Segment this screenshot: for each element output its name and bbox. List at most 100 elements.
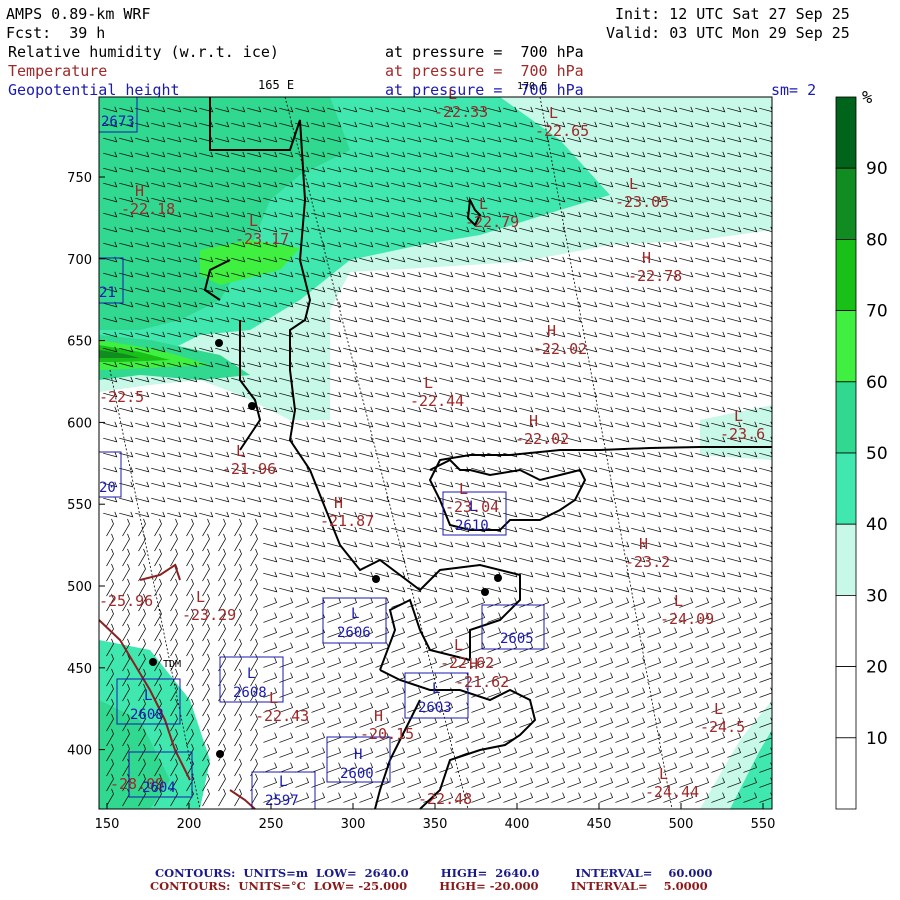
x-tick-label: 350 xyxy=(423,817,448,832)
x-tick-label: 250 xyxy=(259,817,284,832)
colorbar-band xyxy=(835,523,857,596)
temperature-value: -23.2 xyxy=(625,553,670,571)
height-value: 2605 xyxy=(500,631,534,647)
temperature-symbol: L xyxy=(459,480,468,498)
height-value: 2610 xyxy=(455,518,489,534)
station-dot xyxy=(494,574,502,582)
colorbar-band xyxy=(835,666,857,739)
height-symbol: L xyxy=(247,666,255,682)
colorbar-label: 90 xyxy=(866,159,888,179)
height-value: 2608 xyxy=(233,685,267,701)
station-label: TDM xyxy=(163,659,181,670)
temperature-value: -21.87 xyxy=(320,512,374,530)
temperature-value: -25.96 xyxy=(99,592,153,610)
x-tick-label: 450 xyxy=(587,817,612,832)
y-tick-label: 500 xyxy=(67,580,92,595)
colorbar-band xyxy=(835,737,857,810)
temperature-symbol: H xyxy=(639,535,648,553)
temperature-symbol: L xyxy=(236,442,245,460)
temperature-value: -22.43 xyxy=(255,707,309,725)
x-tick-label: 300 xyxy=(341,817,366,832)
temperature-value: -22.48 xyxy=(418,790,472,808)
colorbar-label: 70 xyxy=(866,302,888,322)
temperature-symbol: L xyxy=(479,195,488,213)
temperature-symbol: L xyxy=(734,407,743,425)
colorbar-unit: % xyxy=(862,88,873,108)
temperature-symbol: L xyxy=(674,592,683,610)
colorbar-band xyxy=(835,310,857,383)
height-value: 2606 xyxy=(337,625,371,641)
footer-temp-contours: CONTOURS: UNITS=°C LOW= -25.000 HIGH= -2… xyxy=(150,879,708,893)
temperature-symbol: L xyxy=(659,765,668,783)
height-symbol: L xyxy=(144,688,152,704)
temperature-symbol: L xyxy=(448,85,457,103)
height-symbol: L xyxy=(469,499,477,515)
colorbar-band xyxy=(835,595,857,668)
temperature-value: -23.29 xyxy=(182,606,236,624)
colorbar-label: 60 xyxy=(866,373,888,393)
temperature-symbol: H xyxy=(334,494,343,512)
temperature-value: -23.17 xyxy=(235,230,289,248)
height-value: 21 xyxy=(99,285,116,301)
temperature-symbol: H xyxy=(642,249,651,267)
height-value: 2673 xyxy=(101,114,135,130)
colorbar-label: 40 xyxy=(866,515,888,535)
temperature-symbol: L xyxy=(549,104,558,122)
y-tick-label: 750 xyxy=(67,171,92,186)
y-tick-label: 550 xyxy=(67,498,92,513)
temperature-value: -21.62 xyxy=(455,673,509,691)
y-tick-label: 450 xyxy=(67,662,92,677)
height-value: 2600 xyxy=(340,766,374,782)
x-tick-label: 500 xyxy=(669,817,694,832)
y-tick-label: 700 xyxy=(67,253,92,268)
colorbar: 90 80 70 60 50 40 30 20 10 xyxy=(835,96,888,810)
station-dot xyxy=(216,750,224,758)
x-tick-label: 550 xyxy=(751,817,776,832)
height-value: 2597 xyxy=(265,793,299,809)
temperature-value: -22.5 xyxy=(99,388,144,406)
colorbar-band xyxy=(835,96,857,169)
temperature-value: -24.44 xyxy=(645,783,699,801)
colorbar-label: 10 xyxy=(866,729,888,749)
y-tick-label: 600 xyxy=(67,416,92,431)
height-value: 20 xyxy=(99,480,116,496)
colorbar-label: 20 xyxy=(866,658,888,678)
temperature-symbol: L xyxy=(454,636,463,654)
x-tick-label: 400 xyxy=(505,817,530,832)
height-symbol: L xyxy=(279,774,287,790)
temperature-symbol: L xyxy=(269,689,278,707)
height-value: 2604 xyxy=(142,780,176,796)
station-dot xyxy=(215,339,223,347)
colorbar-band xyxy=(835,452,857,525)
x-tick-label: 150 xyxy=(95,817,120,832)
height-symbol: L xyxy=(351,606,359,622)
height-symbol: H xyxy=(354,747,362,763)
colorbar-label: 80 xyxy=(866,230,888,250)
temperature-symbol: L xyxy=(424,374,433,392)
temperature-symbol: L xyxy=(714,700,723,718)
temperature-value: -21.96 xyxy=(222,460,276,478)
y-tick-label: 650 xyxy=(67,335,92,350)
temperature-value: -22.65 xyxy=(535,122,589,140)
y-tick-label: 400 xyxy=(67,744,92,759)
height-value: 2603 xyxy=(418,700,452,716)
temperature-value: -23.6 xyxy=(720,425,765,443)
weather-map: TDM H-22.18L-23.17L-22.33 L-22.65L-22.79L… xyxy=(67,78,888,832)
station-dot xyxy=(481,588,489,596)
temperature-symbol: H xyxy=(135,182,144,200)
temperature-value: -22.79 xyxy=(465,213,519,231)
temperature-value: -22.33 xyxy=(434,103,488,121)
temperature-symbol: H xyxy=(547,322,556,340)
temperature-value: -20.15 xyxy=(360,725,414,743)
height-symbol: L xyxy=(432,681,440,697)
footer-height-contours: CONTOURS: UNITS=m LOW= 2640.0 HIGH= 2640… xyxy=(155,866,713,880)
temperature-symbol: L xyxy=(249,212,258,230)
station-dot xyxy=(248,402,256,410)
temperature-value: -22.62 xyxy=(440,654,494,672)
temperature-value: -23.05 xyxy=(615,193,669,211)
colorbar-band xyxy=(835,238,857,311)
temperature-value: -24.5 xyxy=(700,718,745,736)
meridian-label-right: 170 E xyxy=(517,81,547,92)
temperature-value: -22.78 xyxy=(628,267,682,285)
colorbar-label: 30 xyxy=(866,586,888,606)
